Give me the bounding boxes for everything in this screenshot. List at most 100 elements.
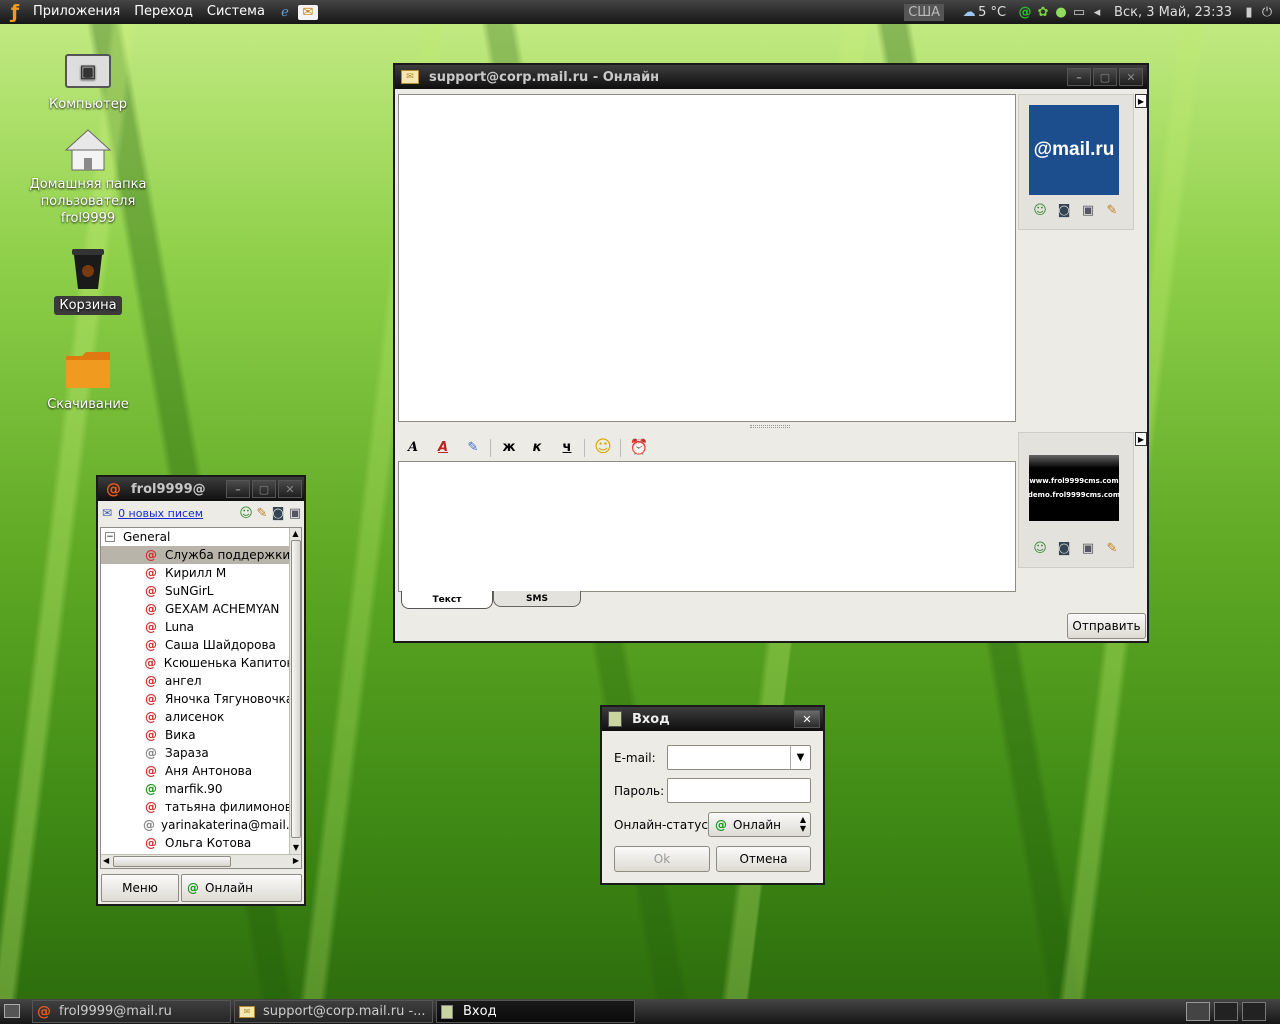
smiley-icon[interactable]: ☺ (594, 437, 612, 457)
desktop-icon-computer[interactable]: ▣ Компьютер (26, 50, 150, 113)
contacts-titlebar[interactable]: @ frol9999@ – ▢ ✕ (98, 477, 304, 501)
password-field[interactable] (667, 778, 811, 803)
contact-row[interactable]: @ Служба поддержки (101, 546, 301, 564)
maximize-button[interactable]: ▢ (252, 480, 276, 498)
edit-contact-icon[interactable]: ✎ (1103, 201, 1121, 219)
chat-titlebar[interactable]: ✉ support@corp.mail.ru - Онлайн – ▢ ✕ (395, 65, 1147, 89)
contact-row[interactable]: @ Аня Антонова (101, 762, 301, 780)
desktop-icon-trash[interactable]: Корзина (26, 246, 150, 315)
weather-temperature[interactable]: 5 °C (978, 5, 1006, 20)
contact-row[interactable]: @ алисенок (101, 708, 301, 726)
camera-icon[interactable]: ◙ (1055, 201, 1073, 219)
expand-arrow-icon[interactable]: ▶ (1135, 432, 1147, 446)
pidgin-icon[interactable]: ✿ (1034, 3, 1052, 21)
video-icon[interactable]: ▣ (286, 504, 304, 522)
contact-row[interactable]: @ Ольга Котова (101, 834, 301, 852)
alarm-clock-icon[interactable]: ⏰ (630, 438, 649, 456)
underline-button[interactable]: ч (558, 438, 576, 456)
edit-contact-icon[interactable]: ✎ (254, 504, 270, 522)
keyboard-layout[interactable]: США (904, 3, 945, 21)
workspace-1[interactable] (1186, 1002, 1210, 1021)
group-row[interactable]: − General (101, 528, 301, 546)
camera-icon[interactable]: ◙ (1055, 539, 1073, 557)
add-contact-icon[interactable]: ☺ (238, 504, 254, 522)
login-titlebar[interactable]: Вход ✕ (602, 707, 823, 731)
minimize-button[interactable]: – (1067, 68, 1091, 86)
message-input[interactable] (398, 461, 1016, 592)
new-mail-link[interactable]: 0 новых писем (118, 507, 203, 520)
font-icon[interactable]: A (404, 438, 422, 456)
bold-button[interactable]: ж (500, 438, 518, 456)
trash-applet-icon[interactable] (1242, 1002, 1266, 1021)
email-field[interactable]: ▼ (667, 745, 811, 770)
battery-icon[interactable]: ▮ (1240, 3, 1258, 21)
splitter-handle[interactable] (750, 425, 790, 428)
clock[interactable]: Вск, 3 Май, 23:33 (1114, 5, 1232, 20)
menu-button[interactable]: Меню (101, 874, 179, 902)
close-button[interactable]: ✕ (794, 710, 820, 728)
email-dropdown-button[interactable]: ▼ (790, 746, 810, 769)
contact-row[interactable]: @ yarinakaterina@mail.ru (101, 816, 301, 834)
send-button[interactable]: Отправить (1067, 613, 1146, 639)
workspace-switcher[interactable] (1186, 1002, 1266, 1021)
menu-places[interactable]: Переход (127, 0, 200, 24)
contact-row[interactable]: @ Саша Шайдорова (101, 636, 301, 654)
contact-row[interactable]: @ Ксюшенька Капитонс (101, 654, 301, 672)
browser-launcher-icon[interactable]: ℯ (276, 3, 294, 21)
workspace-2[interactable] (1214, 1002, 1238, 1021)
gnome-foot-icon[interactable]: ƒ (4, 1, 26, 23)
video-icon[interactable]: ▣ (1079, 201, 1097, 219)
scroll-thumb[interactable] (291, 540, 301, 838)
contact-info-icon[interactable]: ☺ (1031, 539, 1049, 557)
scroll-right-arrow-icon[interactable]: ▶ (293, 856, 299, 865)
desktop-icon-downloads[interactable]: Скачивание (26, 348, 150, 413)
text-color-icon[interactable]: A (434, 438, 452, 456)
status-button[interactable]: @ Онлайн (181, 874, 302, 902)
menu-applications[interactable]: Приложения (26, 0, 127, 24)
close-button[interactable]: ✕ (278, 480, 302, 498)
contact-row[interactable]: @ ангел (101, 672, 301, 690)
minimize-button[interactable]: – (226, 480, 250, 498)
expand-arrow-icon[interactable]: ▶ (1135, 94, 1147, 108)
highlight-icon[interactable]: ✎ (464, 438, 482, 456)
contact-row[interactable]: @ Яночка Тягуновочка (101, 690, 301, 708)
contact-row[interactable]: @ GEXAM ACHEMYAN (101, 600, 301, 618)
taskbar-item-login[interactable]: Вход (436, 1000, 635, 1023)
contact-row[interactable]: @ Вика (101, 726, 301, 744)
maximize-button[interactable]: ▢ (1093, 68, 1117, 86)
vertical-scrollbar[interactable]: ▲ ▼ (289, 528, 301, 854)
camera-icon[interactable]: ◙ (270, 504, 286, 522)
italic-button[interactable]: к (528, 438, 546, 456)
volume-icon[interactable]: ◂ (1088, 3, 1106, 21)
menu-system[interactable]: Система (200, 0, 272, 24)
contact-row[interactable]: @ SuNGirL (101, 582, 301, 600)
desktop-icon-home[interactable]: Домашняя папка пользователя frol9999 (26, 128, 150, 227)
contact-row[interactable]: @ marfik.90 (101, 780, 301, 798)
ok-button[interactable]: Ok (614, 846, 710, 872)
status-select[interactable]: @ Онлайн ▲ ▼ (708, 812, 811, 837)
agent-status-icon[interactable]: @ (1016, 3, 1034, 21)
contact-row[interactable]: @ Зараза (101, 744, 301, 762)
horizontal-scrollbar[interactable]: ◀ ▶ (101, 854, 301, 868)
tab-sms[interactable]: SMS (493, 591, 581, 607)
contact-row[interactable]: @ Luna (101, 618, 301, 636)
power-icon[interactable]: ⏻ (1258, 3, 1276, 21)
contact-row[interactable]: @ татьяна филимонова (101, 798, 301, 816)
edit-contact-icon[interactable]: ✎ (1103, 539, 1121, 557)
mail-launcher-icon[interactable]: ✉ (297, 4, 318, 20)
weather-icon[interactable]: ☁ (960, 3, 978, 21)
contact-info-icon[interactable]: ☺ (1031, 201, 1049, 219)
scroll-down-arrow-icon[interactable]: ▼ (290, 842, 301, 854)
contacts-tray-icon[interactable]: ● (1052, 3, 1070, 21)
scroll-left-arrow-icon[interactable]: ◀ (103, 856, 109, 865)
tab-text[interactable]: Текст (401, 591, 493, 609)
taskbar-item-chat[interactable]: ✉ support@corp.mail.ru -... (234, 1000, 433, 1023)
close-button[interactable]: ✕ (1119, 68, 1143, 86)
cancel-button[interactable]: Отмена (716, 846, 811, 872)
contact-row[interactable]: @ Кирилл М (101, 564, 301, 582)
show-desktop-icon[interactable] (4, 1004, 20, 1018)
collapse-icon[interactable]: − (105, 532, 115, 542)
scroll-up-arrow-icon[interactable]: ▲ (290, 528, 301, 540)
chat-history[interactable] (398, 94, 1016, 422)
network-icon[interactable]: ▭ (1070, 3, 1088, 21)
